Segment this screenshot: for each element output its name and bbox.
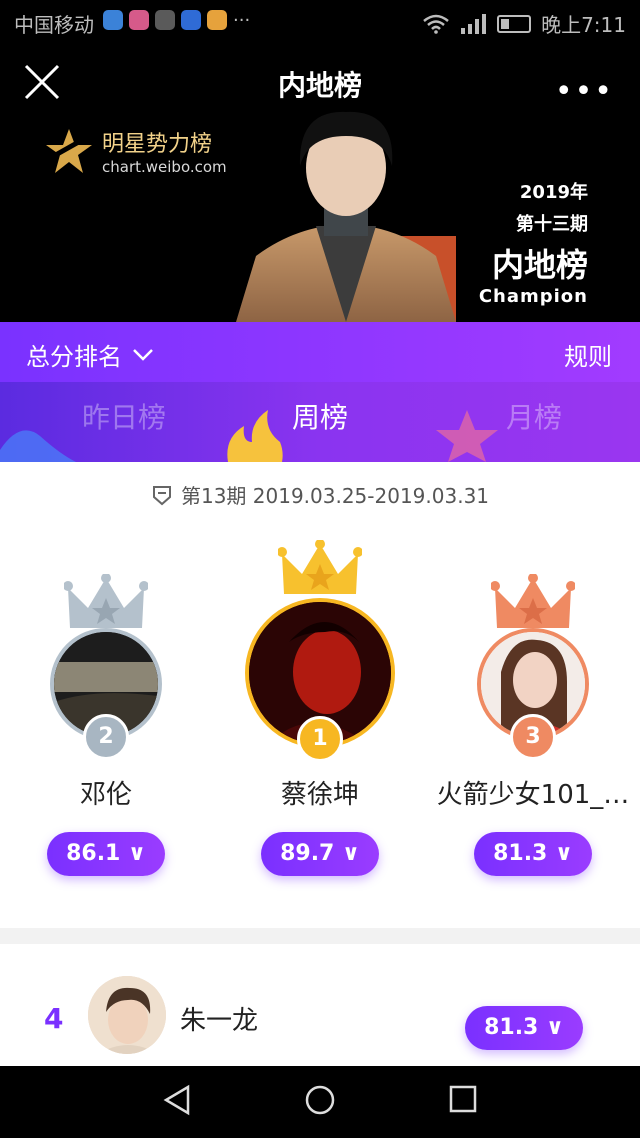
- section-divider: [0, 928, 640, 944]
- rank-badge-3: 3: [510, 714, 556, 760]
- clock: 晚上7:11: [541, 13, 626, 37]
- more-notifications: ···: [233, 10, 251, 31]
- wechat-icon: [155, 10, 175, 30]
- rules-link[interactable]: 规则: [564, 337, 612, 372]
- avatar[interactable]: [88, 976, 166, 1054]
- brand-logo: 明星势力榜 chart.weibo.com: [44, 126, 227, 176]
- score-value: 89.7: [280, 841, 335, 866]
- battery-icon: [497, 14, 532, 33]
- list-item[interactable]: 4 朱一龙 81.3 ∨: [0, 944, 640, 1066]
- champion-info: 2019年 第十三期 内地榜 Champion: [479, 178, 588, 307]
- weibo-app-icon: [207, 10, 227, 30]
- podium-score-2[interactable]: 86.1 ∨: [47, 832, 165, 876]
- carrier-label: 中国移动: [14, 13, 94, 37]
- score-value: 81.3: [484, 1015, 539, 1040]
- shield-app-icon: [103, 10, 123, 30]
- wifi-icon: [423, 14, 449, 34]
- ranking-filter-bar: 总分排名 规则: [0, 322, 640, 382]
- page-title: 内地榜: [277, 69, 362, 102]
- tab-weekly[interactable]: 周榜: [292, 396, 348, 436]
- champion-label: Champion: [478, 286, 588, 307]
- recent-apps-icon[interactable]: [448, 1084, 478, 1118]
- podium-score-1[interactable]: 89.7 ∨: [261, 832, 379, 876]
- chevron-down-icon: [133, 348, 153, 361]
- tab-monthly[interactable]: 月榜: [506, 396, 562, 436]
- champion-portrait: [236, 111, 456, 322]
- sort-label: 总分排名: [26, 343, 122, 371]
- photo-app-icon: [129, 10, 149, 30]
- brand-name: 明星势力榜: [102, 132, 213, 157]
- podium-score-3[interactable]: 81.3 ∨: [474, 832, 592, 876]
- champion-banner: 内地榜 ••• 明星势力榜 chart.weibo.com 2019年 第十三期…: [0, 44, 640, 322]
- champion-issue: 第十三期: [516, 214, 588, 235]
- signal-icon: [461, 13, 487, 34]
- system-nav-bar: [0, 1066, 640, 1138]
- chevron-down-icon: ∨: [342, 841, 360, 866]
- score-value: 86.1: [66, 841, 121, 866]
- period-tabs: 昨日榜 周榜 月榜: [0, 382, 640, 462]
- chevron-down-icon: ∨: [555, 841, 573, 866]
- star-decoration: [436, 410, 498, 462]
- podium-name-2: 邓伦: [79, 780, 132, 810]
- list-rank: 4: [44, 1002, 64, 1035]
- back-icon[interactable]: [162, 1084, 194, 1120]
- status-bar: 中国移动 ··· 晚上7:11: [0, 0, 640, 44]
- period-text: 第13期 2019.03.25-2019.03.31: [180, 484, 490, 508]
- more-options-icon[interactable]: •••: [555, 74, 614, 109]
- badge-icon: [152, 485, 171, 505]
- home-icon[interactable]: [304, 1084, 336, 1120]
- champion-year: 2019年: [519, 182, 588, 203]
- rank-badge-1: 1: [297, 716, 343, 762]
- podium-name-3: 火箭少女101_…: [436, 780, 630, 810]
- tab-yesterday[interactable]: 昨日榜: [82, 396, 166, 436]
- chevron-down-icon: ∨: [128, 841, 146, 866]
- champion-board: 内地榜: [491, 246, 588, 284]
- score-value: 81.3: [493, 841, 548, 866]
- list-name: 朱一龙: [180, 1006, 259, 1036]
- brand-url: chart.weibo.com: [102, 158, 227, 176]
- list-score[interactable]: 81.3 ∨: [465, 1006, 583, 1050]
- podium-name-1: 蔡徐坤: [280, 780, 359, 810]
- browser-app-icon: [181, 10, 201, 30]
- star-logo-icon: [46, 129, 92, 173]
- chevron-down-icon: ∨: [546, 1015, 564, 1040]
- wave-decoration: [0, 430, 76, 462]
- rank-badge-2: 2: [83, 714, 129, 760]
- notification-icons: ···: [103, 10, 250, 31]
- period-label: 第13期 2019.03.25-2019.03.31: [0, 480, 640, 509]
- sort-dropdown[interactable]: 总分排名: [26, 337, 154, 372]
- gold-crown-icon: [278, 540, 362, 594]
- flame-decoration: [227, 410, 283, 462]
